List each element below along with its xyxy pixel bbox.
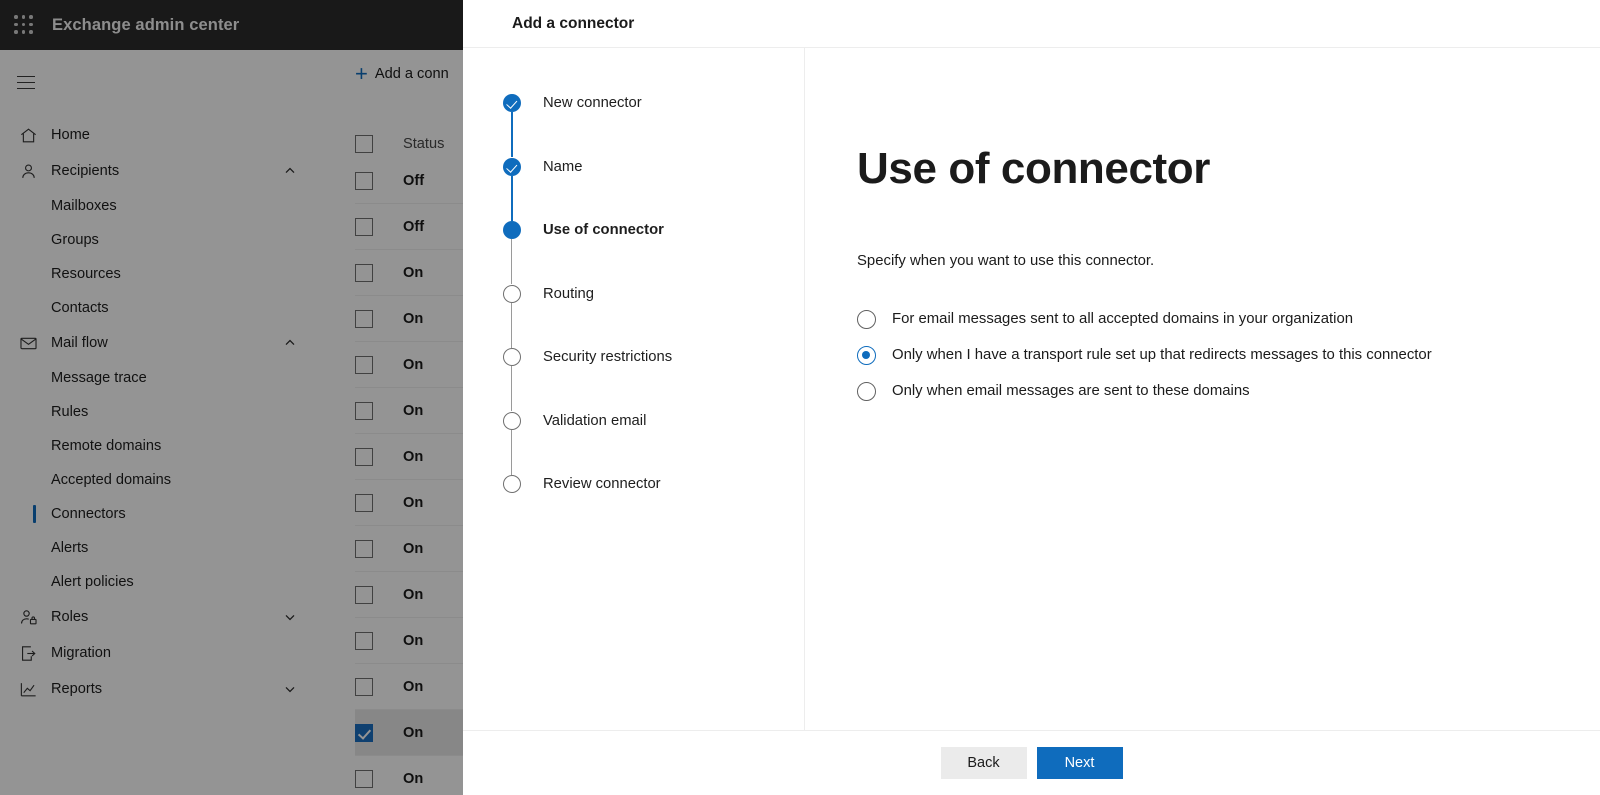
add-connector-dialog: Add a connector New connector Name bbox=[463, 0, 1600, 795]
radio-label: Only when email messages are sent to the… bbox=[892, 383, 1250, 399]
step-complete-check-icon bbox=[503, 158, 521, 176]
page-subtitle: Specify when you want to use this connec… bbox=[857, 253, 1600, 269]
dialog-body: New connector Name Use of connector bbox=[463, 48, 1600, 730]
step-connector-line bbox=[511, 112, 512, 157]
step-pending-circle-icon bbox=[503, 475, 521, 493]
wizard-step-validation-email[interactable]: Validation email bbox=[503, 411, 804, 475]
wizard-step-use-of-connector[interactable]: Use of connector bbox=[503, 220, 804, 284]
wizard-step-security-restrictions[interactable]: Security restrictions bbox=[503, 347, 804, 411]
step-current-dot-icon bbox=[503, 221, 521, 239]
step-pending-circle-icon bbox=[503, 412, 521, 430]
radio-button-selected[interactable] bbox=[857, 346, 876, 365]
radio-button[interactable] bbox=[857, 310, 876, 329]
radio-option-these-domains[interactable]: Only when email messages are sent to the… bbox=[857, 373, 1600, 409]
wizard-content: Use of connector Specify when you want t… bbox=[805, 48, 1600, 730]
step-connector-line bbox=[511, 176, 512, 221]
radio-option-transport-rule[interactable]: Only when I have a transport rule set up… bbox=[857, 337, 1600, 373]
step-connector-line bbox=[511, 239, 512, 284]
wizard-step-label: Security restrictions bbox=[543, 348, 672, 366]
wizard-step-new-connector[interactable]: New connector bbox=[503, 93, 804, 157]
wizard-step-label: Review connector bbox=[543, 475, 661, 493]
wizard-step-label: Validation email bbox=[543, 412, 646, 430]
use-of-connector-radio-group: For email messages sent to all accepted … bbox=[857, 301, 1600, 409]
step-complete-check-icon bbox=[503, 94, 521, 112]
wizard-step-routing[interactable]: Routing bbox=[503, 284, 804, 348]
wizard-step-label: New connector bbox=[543, 94, 642, 112]
back-button[interactable]: Back bbox=[941, 747, 1027, 779]
wizard-step-label: Name bbox=[543, 158, 582, 176]
step-pending-circle-icon bbox=[503, 348, 521, 366]
next-button[interactable]: Next bbox=[1037, 747, 1123, 779]
step-pending-circle-icon bbox=[503, 285, 521, 303]
step-connector-line bbox=[511, 430, 512, 475]
page-title: Use of connector bbox=[857, 146, 1600, 192]
wizard-step-rail: New connector Name Use of connector bbox=[463, 48, 805, 730]
app-root: Exchange admin center Home bbox=[0, 0, 1600, 795]
wizard-step-label: Use of connector bbox=[543, 221, 664, 239]
step-connector-line bbox=[511, 303, 512, 348]
dialog-header: Add a connector bbox=[463, 0, 1600, 48]
wizard-step-review-connector[interactable]: Review connector bbox=[503, 474, 804, 493]
radio-option-all-accepted-domains[interactable]: For email messages sent to all accepted … bbox=[857, 301, 1600, 337]
dialog-title: Add a connector bbox=[512, 15, 634, 33]
dialog-footer: Back Next bbox=[463, 730, 1600, 795]
step-connector-line bbox=[511, 366, 512, 411]
radio-label: For email messages sent to all accepted … bbox=[892, 311, 1353, 327]
wizard-step-label: Routing bbox=[543, 285, 594, 303]
wizard-steps: New connector Name Use of connector bbox=[463, 93, 804, 493]
radio-button[interactable] bbox=[857, 382, 876, 401]
wizard-step-name[interactable]: Name bbox=[503, 157, 804, 221]
radio-label: Only when I have a transport rule set up… bbox=[892, 347, 1432, 363]
